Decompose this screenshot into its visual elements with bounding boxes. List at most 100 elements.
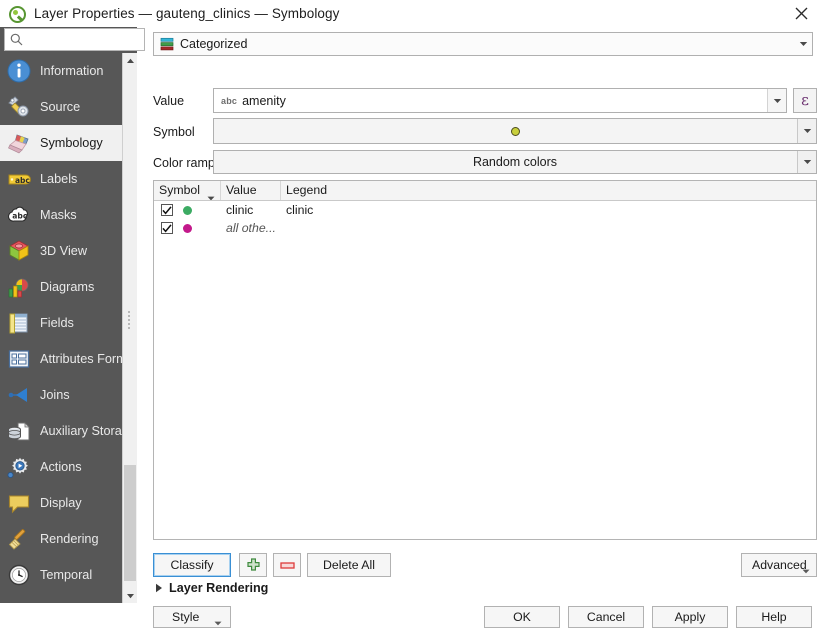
help-button[interactable]: Help	[736, 606, 812, 628]
row-checkbox[interactable]	[161, 222, 173, 234]
style-menu-button[interactable]: Style	[153, 606, 231, 628]
sidebar-item-masks[interactable]: abc Masks	[0, 197, 137, 233]
chevron-down-icon[interactable]	[797, 151, 816, 173]
scroll-down-arrow-icon[interactable]	[123, 588, 137, 603]
symbol-selector[interactable]	[213, 118, 817, 144]
search-input[interactable]	[27, 31, 143, 48]
sidebar-item-information[interactable]: Information	[0, 53, 137, 89]
value-label: Value	[153, 94, 185, 108]
scroll-up-arrow-icon[interactable]	[123, 53, 137, 68]
joins-icon	[6, 382, 32, 408]
sidebar-item-label: Joins	[40, 388, 70, 402]
sidebar-item-diagrams[interactable]: Diagrams	[0, 269, 137, 305]
categorized-icon	[160, 37, 174, 51]
style-label: Style	[172, 610, 200, 624]
sidebar-item-symbology[interactable]: Symbology	[0, 125, 137, 161]
sidebar-item-rendering[interactable]: Rendering	[0, 521, 137, 557]
qgis-logo-icon	[8, 5, 26, 23]
symbol-label: Symbol	[153, 125, 195, 139]
column-header-value[interactable]: Value	[221, 181, 281, 200]
row-legend-cell[interactable]	[281, 219, 816, 237]
sidebar-item-auxiliary-storage[interactable]: Auxiliary Storage	[0, 413, 137, 449]
chevron-down-icon	[802, 563, 810, 577]
row-symbol-cell[interactable]	[154, 219, 221, 237]
sidebar-item-label: Attributes Form	[40, 352, 127, 366]
svg-text:abc: abc	[12, 211, 27, 220]
fields-table-icon	[6, 310, 32, 336]
collapsed-triangle-icon	[156, 583, 162, 593]
masks-icon: abc	[6, 202, 32, 228]
row-value-cell[interactable]: all othe...	[221, 219, 281, 237]
advanced-menu-button[interactable]: Advanced	[741, 553, 817, 577]
layer-rendering-label: Layer Rendering	[169, 581, 269, 595]
advanced-label: Advanced	[752, 558, 807, 572]
expression-builder-button[interactable]: ε	[793, 88, 817, 113]
color-ramp-label: Color ramp	[153, 156, 215, 170]
add-category-button[interactable]	[239, 553, 267, 577]
cancel-button[interactable]: Cancel	[568, 606, 644, 628]
row-value-cell[interactable]: clinic	[221, 201, 281, 219]
sidebar-item-label: Fields	[40, 316, 74, 330]
sidebar-item-3d-view[interactable]: 3D View	[0, 233, 137, 269]
chevron-down-icon[interactable]	[767, 89, 786, 112]
column-header-legend[interactable]: Legend	[281, 181, 816, 200]
close-icon[interactable]	[778, 0, 824, 27]
delete-all-button[interactable]: Delete All	[307, 553, 391, 577]
sidebar-item-actions[interactable]: Actions	[0, 449, 137, 485]
sort-descending-icon[interactable]	[207, 188, 215, 200]
sidebar-item-display[interactable]: Display	[0, 485, 137, 521]
scrollbar-track-grip	[128, 311, 132, 329]
sidebar: Information Source Symbology abc Labels …	[0, 27, 145, 603]
symbol-preview-dot	[510, 126, 520, 136]
attributes-form-icon	[6, 346, 32, 372]
classify-button[interactable]: Classify	[153, 553, 231, 577]
sidebar-item-label: Labels	[40, 172, 78, 186]
sidebar-item-attributes-form[interactable]: Attributes Form	[0, 341, 137, 377]
color-ramp-selected: Random colors	[472, 155, 558, 169]
window-title: Layer Properties — gauteng_clinics — Sym…	[34, 6, 340, 21]
sidebar-nav-list: Information Source Symbology abc Labels …	[0, 53, 137, 603]
row-symbol-cell[interactable]	[154, 201, 221, 219]
layer-rendering-section-toggle[interactable]: Layer Rendering	[155, 581, 268, 595]
sidebar-scrollbar[interactable]	[122, 53, 137, 603]
display-speech-icon	[6, 490, 32, 516]
remove-minus-icon	[279, 561, 295, 569]
remove-category-button[interactable]	[273, 553, 301, 577]
sidebar-item-labels[interactable]: abc Labels	[0, 161, 137, 197]
categories-table[interactable]: Symbol Value Legend clinic clinic all ot…	[153, 180, 817, 540]
chevron-down-icon[interactable]	[797, 119, 816, 143]
column-header-symbol[interactable]: Symbol	[154, 181, 221, 200]
window-titlebar: Layer Properties — gauteng_clinics — Sym…	[0, 0, 824, 27]
value-field-combo[interactable]: abc amenity	[213, 88, 787, 113]
rendering-broom-icon	[6, 526, 32, 552]
row-checkbox[interactable]	[161, 204, 173, 216]
field-type-abc-icon: abc	[221, 95, 238, 106]
table-header-row: Symbol Value Legend	[154, 181, 816, 201]
scrollbar-thumb[interactable]	[124, 465, 136, 581]
sidebar-item-temporal[interactable]: Temporal	[0, 557, 137, 593]
sidebar-item-label: Symbology	[40, 136, 103, 150]
row-symbol-dot[interactable]	[183, 223, 192, 233]
sidebar-item-source[interactable]: Source	[0, 89, 137, 125]
row-legend-cell[interactable]: clinic	[281, 201, 816, 219]
information-icon	[6, 58, 32, 84]
sidebar-item-label: Diagrams	[40, 280, 95, 294]
sidebar-item-fields[interactable]: Fields	[0, 305, 137, 341]
renderer-type-label: Categorized	[180, 37, 248, 51]
table-row[interactable]: clinic clinic	[154, 201, 816, 219]
ok-button[interactable]: OK	[484, 606, 560, 628]
sidebar-item-joins[interactable]: Joins	[0, 377, 137, 413]
sidebar-item-label: Display	[40, 496, 82, 510]
color-ramp-selector[interactable]: Random colors	[213, 150, 817, 174]
sidebar-search-box[interactable]	[4, 28, 145, 51]
table-row[interactable]: all othe...	[154, 219, 816, 237]
apply-button[interactable]: Apply	[652, 606, 728, 628]
labels-tag-icon: abc	[6, 166, 32, 192]
search-icon	[10, 33, 23, 46]
renderer-type-combo[interactable]: Categorized	[153, 32, 813, 56]
actions-gear-icon	[6, 454, 32, 480]
chevron-down-icon[interactable]	[793, 33, 812, 55]
row-symbol-dot[interactable]	[183, 205, 192, 215]
svg-text:abc: abc	[15, 176, 30, 185]
sidebar-item-label: Rendering	[40, 532, 99, 546]
